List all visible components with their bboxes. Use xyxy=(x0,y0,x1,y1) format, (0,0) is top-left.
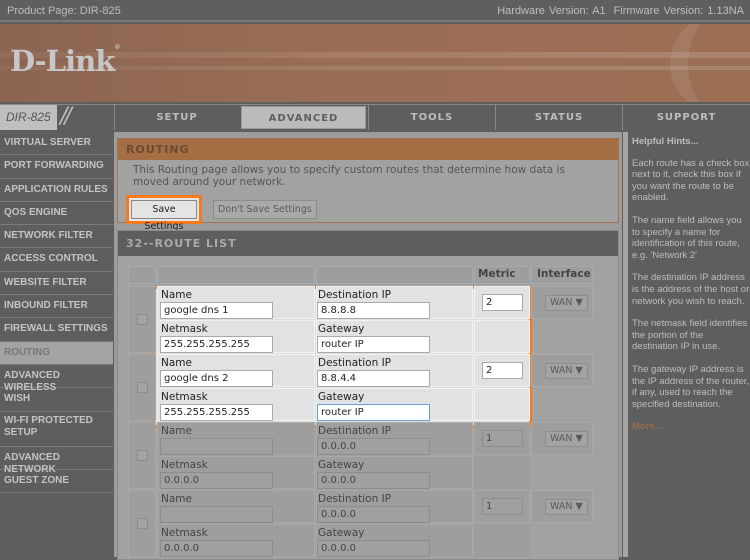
sidebar-item-wifi-protected-setup[interactable]: WI-FI PROTECTED SETUP xyxy=(0,411,113,447)
model-label: DIR-825 xyxy=(0,105,57,130)
dlink-logo: D-Link® xyxy=(10,44,120,78)
metric-header-label: Metric xyxy=(478,268,516,280)
tab-support[interactable]: SUPPORT xyxy=(622,105,750,130)
route-name-input[interactable] xyxy=(160,506,273,523)
interface-select[interactable]: WAN ▼ xyxy=(545,431,588,447)
gateway-input[interactable]: router IP xyxy=(317,336,430,353)
gateway-label: Gateway xyxy=(318,527,365,539)
routing-description: This Routing page allows you to specify … xyxy=(133,164,565,188)
name-label: Name xyxy=(161,357,192,369)
hint-name: The name field allows you to specify a n… xyxy=(632,214,742,261)
sidebar-item-network-filter[interactable]: NETWORK FILTER xyxy=(0,225,113,249)
netmask-input[interactable]: 255.255.255.255 xyxy=(160,404,273,421)
route-enable-checkbox[interactable] xyxy=(137,314,148,325)
hints-title: Helpful Hints... xyxy=(632,136,699,147)
route-name-input[interactable]: google dns 1 xyxy=(160,302,273,319)
name-label: Name xyxy=(161,289,192,301)
metric-blank-cell xyxy=(474,456,530,489)
destination-label: Destination IP xyxy=(318,493,392,505)
dont-save-settings-button[interactable]: Don't Save Settings xyxy=(213,200,317,219)
tab-tools[interactable]: TOOLS xyxy=(368,105,495,130)
metric-blank-cell xyxy=(474,320,530,353)
sidebar-item-port-forwarding[interactable]: PORT FORWARDING xyxy=(0,155,113,179)
netmask-label: Netmask xyxy=(161,527,208,539)
tab-advanced[interactable]: ADVANCED xyxy=(241,106,366,129)
netmask-label: Netmask xyxy=(161,323,208,335)
route-name-input[interactable] xyxy=(160,438,273,455)
gateway-input[interactable]: 0.0.0.0 xyxy=(317,540,430,557)
sidebar-item-access-control[interactable]: ACCESS CONTROL xyxy=(0,248,113,272)
destination-ip-input[interactable]: 0.0.0.0 xyxy=(317,438,430,455)
route-enable-checkbox[interactable] xyxy=(137,518,148,529)
netmask-input[interactable]: 0.0.0.0 xyxy=(160,540,273,557)
destination-ip-input[interactable]: 0.0.0.0 xyxy=(317,506,430,523)
sidebar-item-qos-engine[interactable]: QOS ENGINE xyxy=(0,201,113,226)
metric-input[interactable]: 1 xyxy=(482,498,523,515)
metric-input[interactable]: 1 xyxy=(482,430,523,447)
more-link[interactable]: More... xyxy=(632,421,750,433)
metric-blank-cell xyxy=(474,388,530,421)
gateway-label: Gateway xyxy=(318,323,365,335)
route-enable-checkbox[interactable] xyxy=(137,450,148,461)
sidebar-item-advanced-network[interactable]: ADVANCED NETWORK xyxy=(0,446,113,475)
sidebar-item-routing[interactable]: ROUTING xyxy=(0,341,113,365)
hint-destination: The destination IP address is the addres… xyxy=(632,272,750,307)
hint-netmask: The netmask field identifies the portion… xyxy=(632,318,748,353)
metric-input[interactable]: 2 xyxy=(482,294,523,311)
save-settings-button[interactable]: Save Settings xyxy=(131,200,197,232)
routing-title: ROUTING xyxy=(118,139,618,160)
destination-ip-input[interactable]: 8.8.4.4 xyxy=(317,370,430,387)
product-page-label: Product Page: DIR-825 xyxy=(7,5,121,17)
route-enable-checkbox[interactable] xyxy=(137,382,148,393)
slash-decoration: // xyxy=(60,104,72,129)
save-highlight: Save Settings xyxy=(126,195,202,232)
hint-checkbox: Each route has a check box next to it, c… xyxy=(632,157,750,204)
interface-select[interactable]: WAN ▼ xyxy=(545,363,588,379)
route-name-input[interactable]: google dns 2 xyxy=(160,370,273,387)
route-list-title: 32--ROUTE LIST xyxy=(118,231,618,256)
interface-select[interactable]: WAN ▼ xyxy=(545,295,588,311)
helpful-hints-panel: Helpful Hints... Each route has a check … xyxy=(623,132,750,557)
gateway-label: Gateway xyxy=(318,459,365,471)
destination-label: Destination IP xyxy=(318,357,392,369)
header-cell xyxy=(128,266,156,284)
sidebar-item-advanced-wireless[interactable]: ADVANCED WIRELESS xyxy=(0,364,113,393)
sidebar: VIRTUAL SERVER PORT FORWARDING APPLICATI… xyxy=(0,132,113,494)
netmask-input[interactable]: 0.0.0.0 xyxy=(160,472,273,489)
sidebar-item-inbound-filter[interactable]: INBOUND FILTER xyxy=(0,295,113,319)
tab-setup[interactable]: SETUP xyxy=(114,105,239,130)
gateway-input[interactable]: 0.0.0.0 xyxy=(317,472,430,489)
firmware-version: Firmware Version: 1.13NA xyxy=(613,5,744,17)
sidebar-item-firewall-settings[interactable]: FIREWALL SETTINGS xyxy=(0,318,113,342)
header-banner: D-Link® xyxy=(0,24,750,102)
netmask-input[interactable]: 255.255.255.255 xyxy=(160,336,273,353)
sidebar-item-application-rules[interactable]: APPLICATION RULES xyxy=(0,178,113,202)
interface-header-label: Interface xyxy=(537,268,591,280)
destination-label: Destination IP xyxy=(318,289,392,301)
metric-blank-cell xyxy=(474,524,530,557)
header-cell xyxy=(316,266,473,284)
name-label: Name xyxy=(161,425,192,437)
netmask-label: Netmask xyxy=(161,459,208,471)
metric-input[interactable]: 2 xyxy=(482,362,523,379)
header-cell xyxy=(157,266,315,284)
sidebar-item-website-filter[interactable]: WEBSITE FILTER xyxy=(0,271,113,296)
netmask-label: Netmask xyxy=(161,391,208,403)
hardware-version: Hardware Version: A1 xyxy=(497,5,606,17)
top-info-bar: Product Page: DIR-825 Hardware Version: … xyxy=(0,0,750,22)
tab-status[interactable]: STATUS xyxy=(495,105,622,130)
name-label: Name xyxy=(161,493,192,505)
gateway-label: Gateway xyxy=(318,391,365,403)
sidebar-item-virtual-server[interactable]: VIRTUAL SERVER xyxy=(0,132,113,156)
routing-section: ROUTING This Routing page allows you to … xyxy=(117,138,619,232)
gateway-input[interactable]: router IP xyxy=(317,404,430,421)
interface-select[interactable]: WAN ▼ xyxy=(545,499,588,515)
destination-ip-input[interactable]: 8.8.8.8 xyxy=(317,302,430,319)
destination-label: Destination IP xyxy=(318,425,392,437)
hint-gateway: The gateway IP address is the IP address… xyxy=(632,363,750,410)
